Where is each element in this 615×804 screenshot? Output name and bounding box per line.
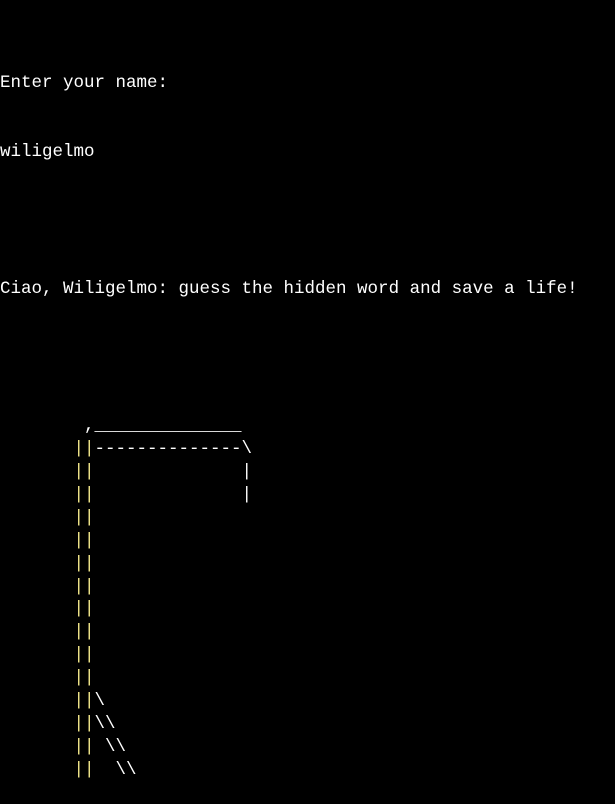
gallows-pole-segment: ||: [73, 462, 95, 483]
hangman-art-segment: [0, 439, 74, 459]
hangman-art-line: ||: [0, 598, 615, 621]
gallows-pole-segment: ||: [73, 759, 95, 780]
gallows-pole-segment: ||: [73, 576, 95, 597]
hangman-art-segment: \: [94, 691, 106, 712]
hangman-art-segment: ,______________: [0, 416, 242, 437]
hangman-art-segment: [0, 737, 74, 757]
hangman-art-line: ||: [0, 530, 615, 553]
gallows-pole-segment: ||: [73, 530, 95, 551]
hangman-art-segment: [0, 599, 74, 619]
hangman-art-segment: [0, 531, 74, 551]
gallows-pole-segment: ||: [73, 485, 95, 505]
hangman-art-line: ||: [0, 553, 615, 576]
name-input-echo: wiligelmo: [0, 141, 95, 162]
hangman-art-line: || \\: [0, 736, 615, 759]
gallows-pole-segment: ||: [73, 645, 95, 666]
hangman-art-segment: \\: [94, 736, 127, 757]
hangman-art-segment: [0, 645, 74, 665]
gallows-pole-segment: ||: [73, 622, 95, 643]
hangman-art-line: || \\: [0, 759, 615, 782]
hangman-art-segment: [0, 554, 74, 574]
hangman-art-segment: [0, 462, 74, 482]
hangman-art-line: ||: [0, 576, 615, 599]
hangman-art-segment: [0, 622, 74, 642]
gallows-pole-segment: ||: [73, 439, 95, 460]
hangman-art-line: ||: [0, 621, 615, 644]
hangman-art-segment: [0, 714, 74, 734]
gallows-pole-segment: ||: [73, 599, 95, 620]
name-prompt: Enter your name:: [0, 72, 169, 93]
gallows-pole-segment: ||: [73, 507, 95, 528]
hangman-art-segment: [0, 577, 74, 597]
hangman-art-segment: [0, 508, 74, 528]
hangman-art-segment: --------------\: [94, 439, 253, 460]
gallows-pole-segment: ||: [73, 553, 95, 574]
hangman-art-segment: [0, 760, 74, 780]
greeting-message: Ciao, Wiligelmo: guess the hidden word a…: [0, 278, 578, 299]
gallows-pole-segment: ||: [73, 668, 95, 689]
hangman-art-line: ||\: [0, 690, 615, 713]
hangman-art-segment: [0, 691, 74, 711]
hangman-art-line: ||--------------\: [0, 438, 615, 461]
hangman-art-line: ||\\: [0, 713, 615, 736]
hangman-art-line: || |: [0, 461, 615, 484]
hangman-art-segment: |: [94, 462, 253, 483]
gallows-pole-segment: ||: [73, 713, 95, 734]
hangman-art-line: ,______________: [0, 415, 615, 438]
hangman-art-segment: |: [94, 485, 253, 505]
hangman-art-segment: \\: [94, 713, 116, 734]
hangman-art-line: ||: [0, 644, 615, 667]
hangman-art-segment: \\: [94, 759, 137, 780]
hangman-art-line: ||: [0, 507, 615, 530]
hangman-art-segment: [0, 668, 74, 688]
gallows-pole-segment: ||: [73, 736, 95, 757]
terminal-window[interactable]: Enter your name: wiligelmo Ciao, Wiligel…: [0, 26, 615, 780]
hangman-art-line: || |: [0, 484, 615, 507]
gallows-pole-segment: ||: [73, 691, 95, 712]
hangman-art-line: ||: [0, 667, 615, 690]
hangman-art-segment: [0, 485, 74, 505]
hangman-ascii-art: ,______________ ||--------------\ || | |…: [0, 415, 615, 781]
